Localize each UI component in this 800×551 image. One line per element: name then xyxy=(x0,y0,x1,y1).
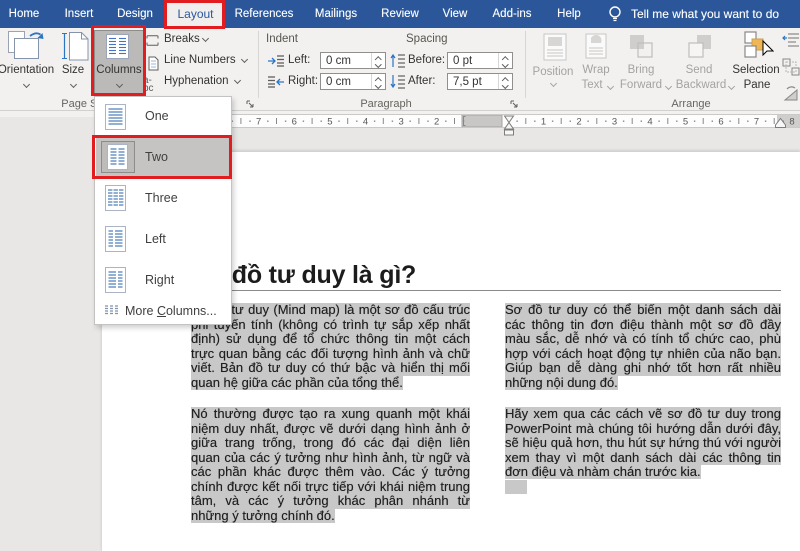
svg-text:6: 6 xyxy=(718,117,723,128)
svg-text:7: 7 xyxy=(256,117,261,128)
svg-text:4: 4 xyxy=(647,117,652,128)
svg-text:4: 4 xyxy=(363,117,368,128)
svg-text:2: 2 xyxy=(576,117,581,128)
svg-text:5: 5 xyxy=(683,117,688,128)
svg-text:2: 2 xyxy=(434,117,439,128)
svg-text:8: 8 xyxy=(789,117,794,128)
svg-text:1: 1 xyxy=(541,117,546,128)
svg-text:6: 6 xyxy=(292,117,297,128)
svg-text:3: 3 xyxy=(398,117,403,128)
svg-text:7: 7 xyxy=(754,117,759,128)
svg-text:3: 3 xyxy=(612,117,617,128)
svg-text:5: 5 xyxy=(327,117,332,128)
